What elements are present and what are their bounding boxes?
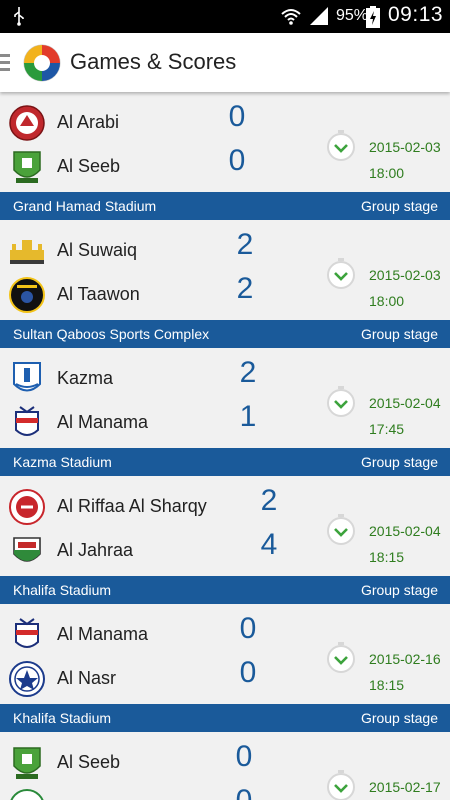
clock: 09:13 bbox=[388, 3, 444, 26]
stopwatch-chevron-icon[interactable] bbox=[325, 769, 357, 800]
home-score: 2 bbox=[239, 356, 257, 389]
stage-label: Group stage bbox=[360, 198, 438, 214]
match-date: 2015-02-17 bbox=[369, 779, 441, 795]
usb-icon bbox=[14, 7, 24, 26]
team-name: Al Arabi bbox=[57, 112, 120, 132]
match-date: 2015-02-16 bbox=[369, 651, 441, 667]
battery-charging-icon bbox=[366, 6, 380, 28]
match-datetime: 2015-02-04 18:15 bbox=[369, 518, 441, 570]
stadium-name: Kazma Stadium bbox=[13, 454, 112, 470]
team-name: Kazma bbox=[57, 368, 114, 388]
action-bar: Games & Scores bbox=[0, 33, 450, 92]
team-name: Al Jahraa bbox=[57, 540, 134, 560]
venue-bar: Khalifa Stadium Group stage bbox=[0, 704, 450, 732]
page-title: Games & Scores bbox=[70, 49, 237, 74]
match-time: 18:15 bbox=[369, 677, 405, 693]
team-name: Al Suwaiq bbox=[57, 240, 138, 260]
home-score: 2 bbox=[260, 484, 278, 517]
team-name: Al Seeb bbox=[57, 752, 121, 772]
stadium-name: Khalifa Stadium bbox=[13, 582, 112, 598]
al-nasr-crest-icon bbox=[9, 661, 45, 697]
match-datetime: 2015-02-16 18:15 bbox=[369, 646, 441, 698]
al-riffaa-crest-icon bbox=[9, 489, 45, 525]
match-datetime: 2015-02-03 18:00 bbox=[369, 134, 441, 186]
match-datetime: 2015-02-04 17:45 bbox=[369, 390, 441, 442]
wifi-icon bbox=[281, 9, 301, 25]
team-name: Al Manama bbox=[57, 624, 149, 644]
al-seeb-crest-icon bbox=[13, 151, 41, 183]
away-score: 1 bbox=[239, 400, 257, 433]
match-time: 18:15 bbox=[369, 549, 405, 565]
match-date: 2015-02-03 bbox=[369, 267, 441, 283]
match-card[interactable]: Al Suwaiq Al Taawon 2 2 2015-02-03 18:00 bbox=[0, 220, 450, 320]
team-name: Al Nasr bbox=[57, 668, 117, 688]
home-score: 0 bbox=[239, 612, 257, 645]
stopwatch-chevron-icon[interactable] bbox=[325, 129, 357, 161]
away-score: 0 bbox=[239, 656, 257, 689]
venue-bar: Khalifa Stadium Group stage bbox=[0, 576, 450, 604]
match-list: Al Arabi Al Seeb 0 0 2015-02-03 18:00 Gr… bbox=[0, 92, 450, 800]
al-suwaiq-crest-icon bbox=[10, 240, 44, 264]
home-score: 0 bbox=[228, 100, 246, 133]
team-name: Al Manama bbox=[57, 412, 149, 432]
away-score: 0 bbox=[224, 784, 264, 800]
al-manama-crest-icon bbox=[15, 618, 39, 648]
match-datetime: 2015-02-17 bbox=[369, 774, 441, 800]
away-score: 0 bbox=[228, 144, 246, 177]
match-card[interactable]: Al Riffaa Al Sharqy Al Jahraa 2 4 2015-0… bbox=[0, 476, 450, 576]
stage-label: Group stage bbox=[360, 710, 438, 726]
al-manama-crest-icon bbox=[15, 406, 39, 436]
away-score: 4 bbox=[260, 528, 278, 561]
venue-bar: Grand Hamad Stadium Group stage bbox=[0, 192, 450, 220]
menu-icon[interactable] bbox=[0, 51, 12, 73]
match-card[interactable]: Al Arabi Al Seeb 0 0 2015-02-03 18:00 bbox=[0, 92, 450, 192]
al-taawon-crest-icon bbox=[9, 277, 45, 313]
match-time: 18:00 bbox=[369, 165, 405, 181]
team-name: Al Seeb bbox=[57, 156, 121, 176]
al-jahraa-crest-icon bbox=[13, 537, 41, 562]
stopwatch-chevron-icon[interactable] bbox=[325, 513, 357, 545]
stopwatch-chevron-icon[interactable] bbox=[325, 641, 357, 673]
match-date: 2015-02-04 bbox=[369, 523, 441, 539]
match-card[interactable]: Kazma Al Manama 2 1 2015-02-04 17:45 bbox=[0, 348, 450, 448]
stadium-name: Sultan Qaboos Sports Complex bbox=[13, 326, 210, 342]
match-date: 2015-02-03 bbox=[369, 139, 441, 155]
kazma-crest-icon bbox=[13, 362, 41, 392]
match-card[interactable]: Al Seeb 0 0 2015-02-17 bbox=[0, 732, 450, 800]
team-crest-icon bbox=[10, 789, 44, 800]
app-logo[interactable] bbox=[22, 43, 62, 83]
al-arabi-crest-icon bbox=[9, 105, 45, 141]
al-seeb-crest-icon bbox=[13, 747, 41, 779]
home-score: 2 bbox=[236, 228, 254, 261]
team-name: Al Riffaa Al Sharqy bbox=[57, 496, 207, 516]
stopwatch-chevron-icon[interactable] bbox=[325, 257, 357, 289]
stopwatch-chevron-icon[interactable] bbox=[325, 385, 357, 417]
status-bar: 95% 09:13 bbox=[0, 0, 450, 33]
match-time: 17:45 bbox=[369, 421, 405, 437]
stadium-name: Grand Hamad Stadium bbox=[13, 198, 157, 214]
match-card[interactable]: Al Manama Al Nasr 0 0 2015-02-16 18:15 bbox=[0, 604, 450, 704]
stadium-name: Khalifa Stadium bbox=[13, 710, 112, 726]
battery-percentage: 95% bbox=[336, 7, 369, 24]
away-score: 2 bbox=[236, 272, 254, 305]
stage-label: Group stage bbox=[360, 582, 438, 598]
venue-bar: Kazma Stadium Group stage bbox=[0, 448, 450, 476]
match-date: 2015-02-04 bbox=[369, 395, 441, 411]
stage-label: Group stage bbox=[360, 326, 438, 342]
home-score: 0 bbox=[235, 740, 253, 773]
match-time: 18:00 bbox=[369, 293, 405, 309]
stage-label: Group stage bbox=[360, 454, 438, 470]
venue-bar: Sultan Qaboos Sports Complex Group stage bbox=[0, 320, 450, 348]
signal-icon bbox=[310, 7, 328, 25]
team-name: Al Taawon bbox=[57, 284, 140, 304]
match-datetime: 2015-02-03 18:00 bbox=[369, 262, 441, 314]
